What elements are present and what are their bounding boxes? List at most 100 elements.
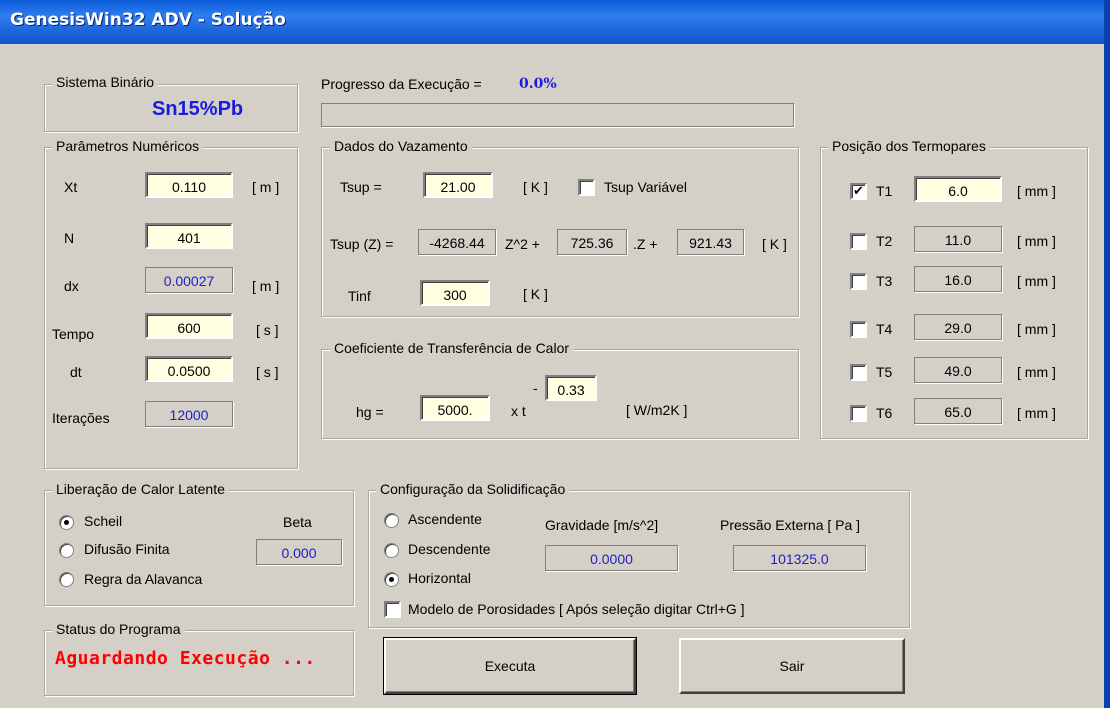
- termopar-t5-input[interactable]: 49.0: [914, 357, 1002, 383]
- termopar-t5-label: T5: [876, 364, 893, 380]
- termopar-t6-label: T6: [876, 405, 893, 421]
- pressao-value: 101325.0: [733, 545, 866, 571]
- sistema-value: Sn15%Pb: [152, 98, 244, 120]
- tsup-label: Tsup =: [340, 179, 382, 195]
- tsup-variavel-label: Tsup Variável: [604, 179, 688, 195]
- dt-label: dt: [70, 364, 82, 380]
- termopar-t6-input[interactable]: 65.0: [914, 398, 1002, 424]
- termopar-t2-input[interactable]: 11.0: [914, 226, 1002, 252]
- termopar-t6-unit: [ mm ]: [1017, 405, 1056, 421]
- tsupz-a-input[interactable]: -4268.44: [418, 229, 496, 255]
- gravidade-label: Gravidade [m/s^2]: [545, 517, 659, 533]
- hg-input[interactable]: 5000.: [420, 395, 490, 421]
- termopar-t5-unit: [ mm ]: [1017, 364, 1056, 380]
- tsupz-label: Tsup (Z) =: [330, 236, 394, 252]
- xt-input[interactable]: 0.110: [145, 172, 233, 198]
- status-label: Status do Programa: [52, 621, 185, 637]
- tsup-unit: [ K ]: [523, 179, 548, 195]
- termopar-t2-checkbox[interactable]: [850, 233, 867, 250]
- latente-label: Liberação de Calor Latente: [52, 481, 229, 497]
- termopar-t4-checkbox[interactable]: [850, 321, 867, 338]
- gravidade-value: 0.0000: [545, 545, 678, 571]
- tempo-input[interactable]: 600: [145, 313, 233, 339]
- termopar-t4-label: T4: [876, 321, 893, 337]
- radio-descendente[interactable]: [384, 543, 399, 558]
- dt-unit: [ s ]: [256, 364, 279, 380]
- window-border: [1104, 0, 1110, 708]
- dx-label: dx: [64, 278, 79, 294]
- coeficiente-label: Coeficiente de Transferência de Calor: [330, 340, 574, 356]
- termopar-t1-label: T1: [876, 183, 893, 199]
- sistema-binario-label: Sistema Binário: [52, 74, 159, 90]
- tempo-label: Tempo: [52, 326, 95, 342]
- radio-difusao-finita[interactable]: [59, 543, 74, 558]
- termopar-t2-unit: [ mm ]: [1017, 233, 1056, 249]
- radio-ascendente[interactable]: [384, 513, 399, 528]
- n-input[interactable]: 401: [145, 223, 233, 249]
- executa-button[interactable]: Executa: [383, 637, 637, 695]
- parametros-label: Parâmetros Numéricos: [52, 138, 204, 154]
- beta-value: 0.000: [256, 539, 342, 565]
- main-window: GenesisWin32 ADV - Solução Sistema Binár…: [0, 0, 1110, 708]
- exponent-dash: -: [533, 380, 538, 396]
- coef-unit: [ W/m2K ]: [626, 402, 688, 418]
- tsupz-unit: [ K ]: [762, 236, 787, 252]
- solidificacao-label: Configuração da Solidificação: [376, 481, 570, 497]
- termopar-t1-input[interactable]: 6.0: [914, 176, 1002, 202]
- tsupz-c-input[interactable]: 921.43: [677, 229, 744, 255]
- status-value: Aguardando Execução ...: [55, 648, 316, 669]
- progress-bar: [321, 103, 794, 127]
- tsup-input[interactable]: 21.00: [423, 172, 493, 198]
- dx-value: 0.00027: [145, 267, 233, 293]
- porosidade-label: Modelo de Porosidades [ Após seleção dig…: [408, 601, 745, 617]
- termopar-t1-checkbox[interactable]: ✔: [850, 183, 867, 200]
- porosidade-checkbox[interactable]: [384, 601, 401, 618]
- tempo-unit: [ s ]: [256, 322, 279, 338]
- vazamento-label: Dados do Vazamento: [330, 138, 472, 154]
- progress-value: 0.0%: [519, 76, 557, 92]
- termopar-t2-label: T2: [876, 233, 893, 249]
- dt-input[interactable]: 0.0500: [145, 356, 233, 382]
- sair-button[interactable]: Sair: [679, 638, 905, 694]
- ascendente-label: Ascendente: [408, 511, 482, 527]
- termopar-t3-label: T3: [876, 273, 893, 289]
- radio-scheil[interactable]: [59, 515, 74, 530]
- horizontal-label: Horizontal: [408, 570, 472, 586]
- title-bar[interactable]: GenesisWin32 ADV - Solução: [0, 0, 1110, 44]
- termopares-label: Posição dos Termopares: [828, 138, 990, 154]
- dx-unit: [ m ]: [252, 278, 280, 294]
- tsupz-a-suffix: Z^2 +: [505, 236, 540, 252]
- descendente-label: Descendente: [408, 541, 491, 557]
- scheil-label: Scheil: [84, 513, 123, 529]
- window-title: GenesisWin32 ADV - Solução: [10, 10, 286, 30]
- termopar-t3-checkbox[interactable]: [850, 273, 867, 290]
- tinf-unit: [ K ]: [523, 286, 548, 302]
- pressao-label: Pressão Externa [ Pa ]: [720, 517, 861, 533]
- tinf-input[interactable]: 300: [420, 280, 490, 306]
- radio-regra-alavanca[interactable]: [59, 572, 74, 587]
- beta-label: Beta: [283, 514, 312, 530]
- xt-label: Xt: [64, 179, 78, 195]
- n-label: N: [64, 230, 75, 246]
- iteracoes-value: 12000: [145, 401, 233, 427]
- termopar-t5-checkbox[interactable]: [850, 364, 867, 381]
- termopar-t6-checkbox[interactable]: [850, 405, 867, 422]
- progress-label: Progresso da Execução =: [321, 76, 482, 92]
- xt-unit: [ m ]: [252, 179, 280, 195]
- termopar-t3-input[interactable]: 16.0: [914, 266, 1002, 292]
- difusao-label: Difusão Finita: [84, 541, 170, 557]
- times-t-label: x t: [511, 403, 526, 419]
- termopar-t3-unit: [ mm ]: [1017, 273, 1056, 289]
- termopar-t1-unit: [ mm ]: [1017, 183, 1056, 199]
- iteracoes-label: Iterações: [52, 410, 110, 426]
- radio-horizontal[interactable]: [384, 572, 399, 587]
- tsupz-b-suffix: .Z +: [633, 236, 658, 252]
- termopar-t4-unit: [ mm ]: [1017, 321, 1056, 337]
- hg-label: hg =: [356, 404, 384, 420]
- alavanca-label: Regra da Alavanca: [84, 571, 203, 587]
- tsupz-b-input[interactable]: 725.36: [557, 229, 627, 255]
- termopar-t4-input[interactable]: 29.0: [914, 314, 1002, 340]
- tinf-label: Tinf: [348, 288, 371, 304]
- tsup-variavel-checkbox[interactable]: [578, 179, 595, 196]
- exponent-input[interactable]: 0.33: [545, 375, 597, 401]
